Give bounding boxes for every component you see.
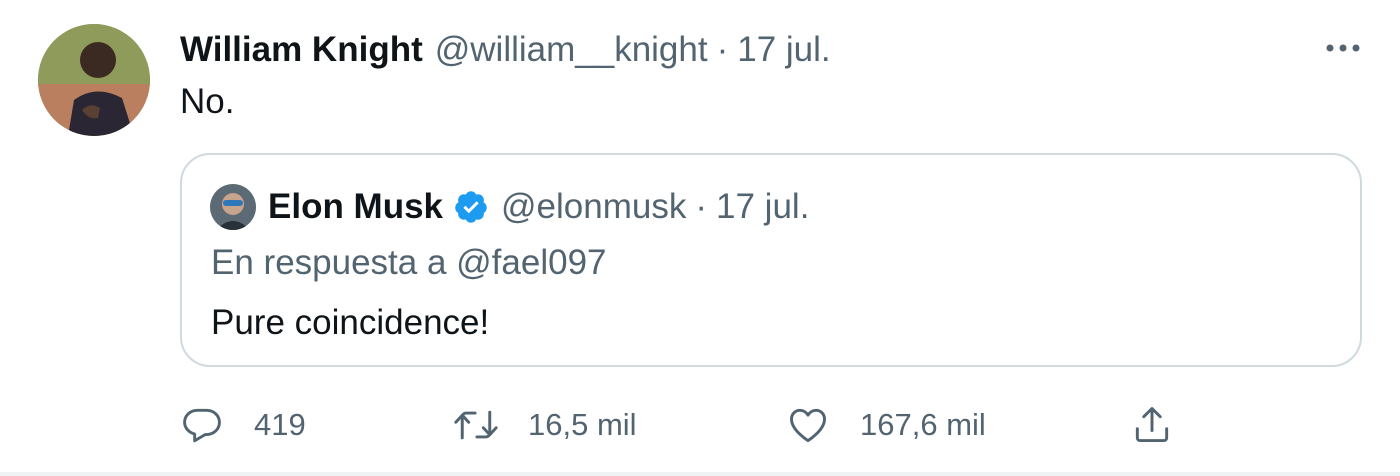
reply-count: 419 [254, 407, 306, 442]
heart-icon [790, 408, 826, 443]
author-name[interactable]: William Knight [180, 30, 423, 70]
divider [0, 472, 1400, 476]
quoted-author-handle[interactable]: @elonmusk [501, 187, 686, 227]
tweet-date[interactable]: 17 jul. [737, 30, 830, 70]
share-button[interactable] [1130, 400, 1174, 450]
like-button[interactable]: 167,6 mil [786, 400, 986, 450]
tweet-text: No. [180, 82, 235, 121]
quoted-author-avatar [210, 184, 256, 230]
retweet-count: 16,5 mil [528, 407, 637, 442]
header-separator: · [716, 30, 729, 69]
quoted-author-name[interactable]: Elon Musk [268, 187, 443, 227]
action-bar: 419 16,5 mil 167,6 mil [0, 400, 1400, 450]
like-count: 167,6 mil [860, 407, 986, 442]
reply-button[interactable]: 419 [180, 400, 306, 450]
reply-context[interactable]: En respuesta a @fael097 [211, 243, 607, 283]
quoted-tweet-date[interactable]: 17 jul. [716, 187, 809, 227]
more-options-button[interactable] [1318, 30, 1368, 66]
author-avatar[interactable] [38, 24, 150, 136]
tweet-header: William Knight @william__knight · 17 jul… [180, 26, 831, 74]
reply-icon [183, 408, 221, 443]
retweet-icon [454, 410, 498, 440]
tweet[interactable]: William Knight @william__knight · 17 jul… [0, 0, 1400, 476]
quoted-tweet-text: Pure coincidence! [211, 303, 490, 342]
author-handle[interactable]: @william__knight [435, 30, 708, 70]
verified-badge-icon [453, 189, 489, 225]
retweet-button[interactable]: 16,5 mil [452, 400, 637, 450]
more-horizontal-icon [1326, 44, 1360, 52]
quoted-header-separator: · [695, 187, 708, 226]
quoted-tweet-header: Elon Musk @elonmusk · 17 jul. [210, 183, 809, 231]
quoted-tweet[interactable]: Elon Musk @elonmusk · 17 jul. En respues… [180, 153, 1362, 367]
share-icon [1135, 407, 1169, 443]
